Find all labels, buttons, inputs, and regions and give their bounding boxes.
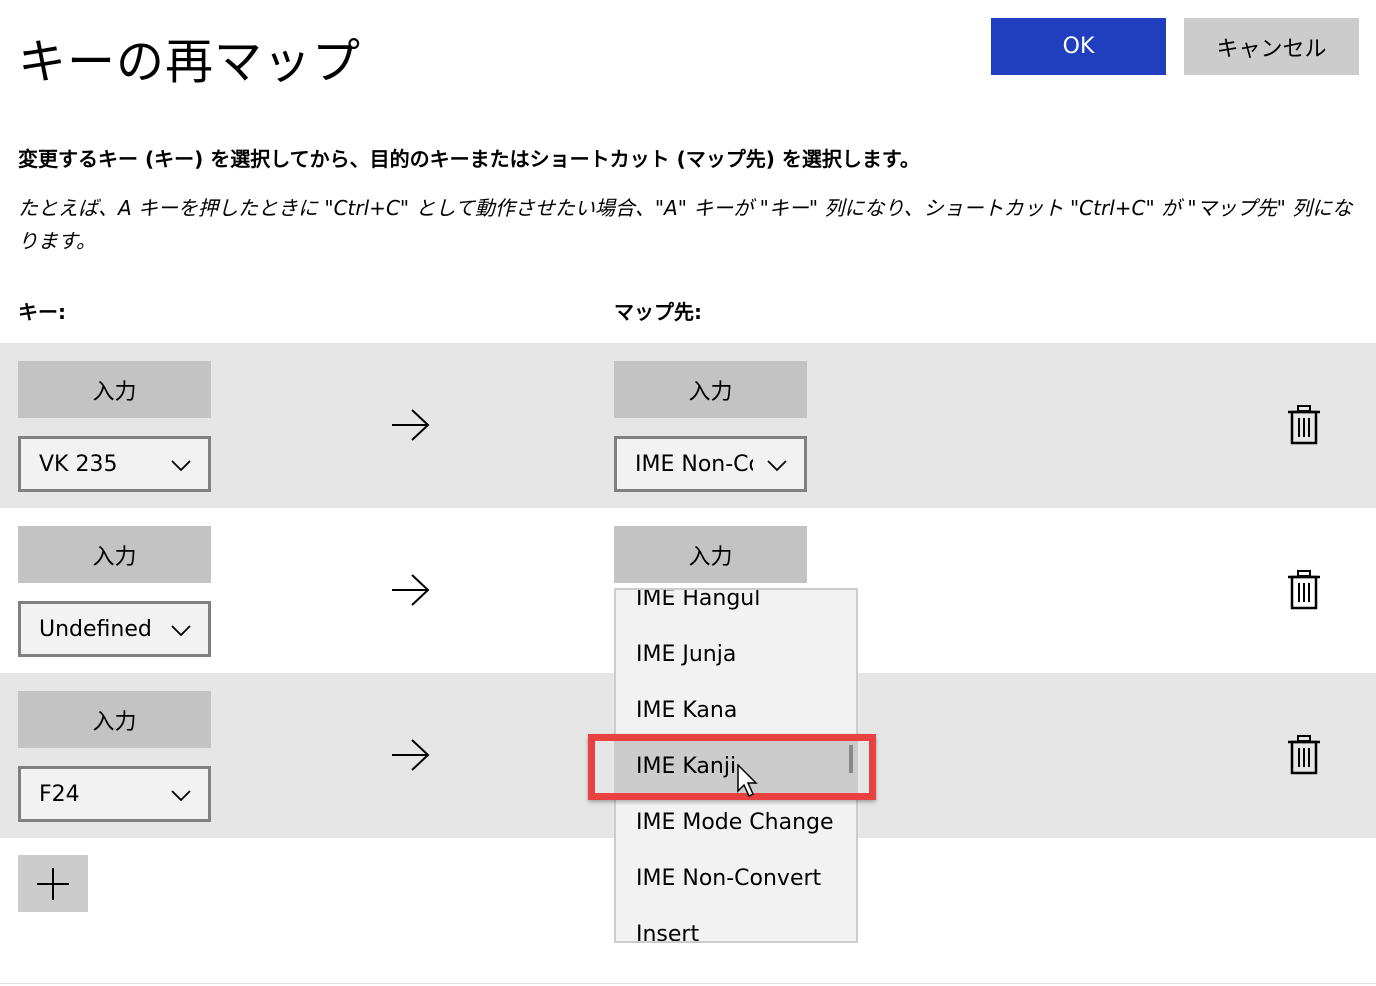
chevron-down-icon <box>171 460 191 472</box>
key-select[interactable]: F24 <box>18 766 211 822</box>
arrow-right-icon <box>392 409 430 441</box>
arrow-right-icon <box>392 574 430 606</box>
plus-icon <box>37 867 69 900</box>
cancel-button[interactable]: キャンセル <box>1184 18 1359 75</box>
highlight-box <box>588 734 876 800</box>
mapping-row: 入力 VK 235 入力 IME Non-Convert <box>0 343 1376 508</box>
target-type-button[interactable]: 入力 <box>614 526 807 583</box>
trash-icon[interactable] <box>1286 405 1322 445</box>
key-select-value: Undefined <box>39 616 152 642</box>
chevron-down-icon <box>767 460 787 472</box>
arrow-right-icon <box>392 739 430 771</box>
target-select[interactable]: IME Non-Convert <box>614 436 807 492</box>
target-type-button[interactable]: 入力 <box>614 361 807 418</box>
page-title: キーの再マップ <box>18 34 362 90</box>
key-type-button[interactable]: 入力 <box>18 691 211 748</box>
key-type-button[interactable]: 入力 <box>18 361 211 418</box>
divider <box>0 983 1376 984</box>
dropdown-option[interactable]: IME Non-Convert <box>616 850 856 906</box>
chevron-down-icon <box>171 790 191 802</box>
key-select[interactable]: VK 235 <box>18 436 211 492</box>
key-select[interactable]: Undefined <box>18 601 211 657</box>
dropdown-option[interactable]: IME Junja <box>616 626 856 682</box>
key-select-value: VK 235 <box>39 451 118 477</box>
key-select-value: F24 <box>39 781 80 807</box>
instruction-text: 変更するキー (キー) を選択してから、目的のキーまたはショートカット (マップ… <box>18 147 920 171</box>
mapped-to-column-header: マップ先: <box>614 300 702 324</box>
dropdown-option[interactable]: Insert <box>616 906 856 942</box>
trash-icon[interactable] <box>1286 570 1322 610</box>
target-select-value: IME Non-Convert <box>635 451 753 477</box>
chevron-down-icon <box>171 625 191 637</box>
dropdown-option[interactable]: IME Hangul <box>616 590 856 626</box>
key-column-header: キー: <box>18 300 66 324</box>
example-text: たとえば、A キーを押したときに "Ctrl+C" として動作させたい場合、"A… <box>18 196 1353 253</box>
key-type-button[interactable]: 入力 <box>18 526 211 583</box>
dropdown-option[interactable]: IME Kana <box>616 682 856 738</box>
add-mapping-button[interactable] <box>18 855 88 912</box>
trash-icon[interactable] <box>1286 735 1322 775</box>
dropdown-option[interactable]: IME Mode Change <box>616 794 856 850</box>
ok-button[interactable]: OK <box>991 18 1166 75</box>
mouse-cursor-icon <box>737 764 758 798</box>
